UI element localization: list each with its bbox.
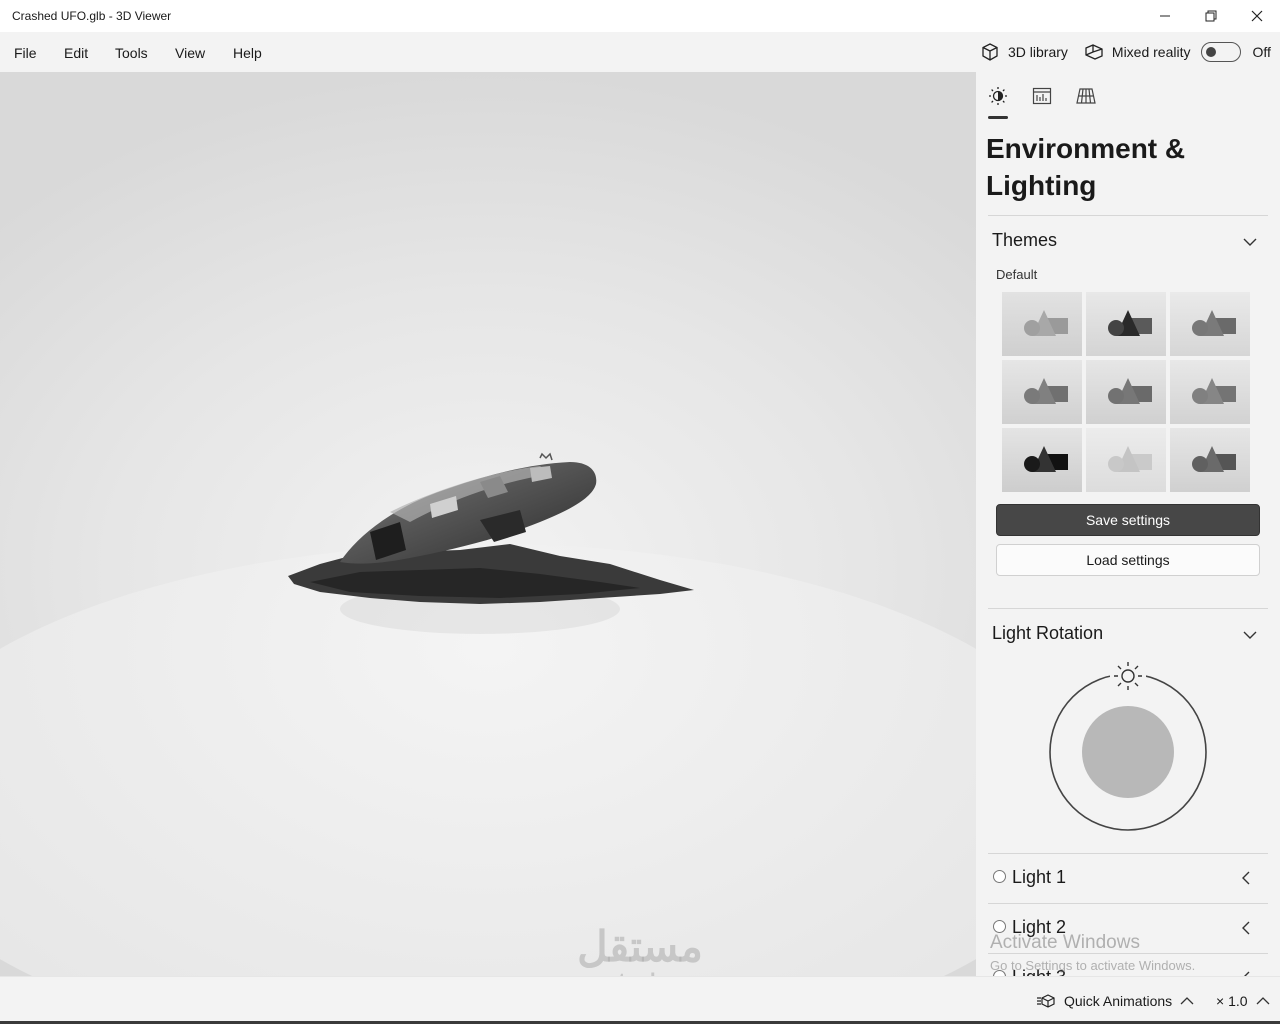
mixed-reality-button[interactable]: Mixed reality xyxy=(1084,42,1191,62)
window-title: Crashed UFO.glb - 3D Viewer xyxy=(12,9,172,23)
light-rotation-header[interactable]: Light Rotation xyxy=(992,623,1103,644)
menu-tools[interactable]: Tools xyxy=(115,45,148,61)
ufo-model xyxy=(288,452,694,604)
cube-icon xyxy=(982,43,998,61)
side-panel: Environment & Lighting Themes Default Sa… xyxy=(976,72,1280,976)
mixed-reality-icon xyxy=(1085,44,1103,60)
animation-icon xyxy=(1037,994,1055,1008)
divider xyxy=(988,608,1268,609)
theme-tile[interactable] xyxy=(1002,360,1082,424)
save-settings-button[interactable]: Save settings xyxy=(996,504,1260,536)
theme-tile[interactable] xyxy=(1170,360,1250,424)
quick-animations-label: Quick Animations xyxy=(1064,993,1173,1009)
light-1-radio[interactable] xyxy=(993,870,1006,883)
watermark-title: Activate Windows xyxy=(990,932,1140,953)
active-tab-indicator xyxy=(988,116,1008,119)
restore-icon xyxy=(1205,10,1217,22)
theme-tile[interactable] xyxy=(1002,428,1082,492)
activation-watermark: Activate Windows Go to Settings to activ… xyxy=(990,932,1195,973)
3d-library-button[interactable]: 3D library xyxy=(980,42,1068,62)
chevron-down-icon[interactable] xyxy=(1242,234,1258,250)
speed-label: × 1.0 xyxy=(1216,993,1248,1009)
menu-view[interactable]: View xyxy=(175,45,205,61)
menu-file[interactable]: File xyxy=(14,45,37,61)
mixed-reality-label: Mixed reality xyxy=(1111,44,1191,60)
themes-grid xyxy=(1002,292,1252,492)
sun-half-icon xyxy=(989,87,1007,105)
3d-library-label: 3D library xyxy=(1008,44,1068,60)
minimize-icon xyxy=(1160,15,1170,17)
divider xyxy=(988,215,1268,216)
theme-tile[interactable] xyxy=(1170,292,1250,356)
load-settings-button[interactable]: Load settings xyxy=(996,544,1260,576)
tab-environment-lighting[interactable] xyxy=(986,84,1010,108)
tab-grid-views[interactable] xyxy=(1074,84,1098,108)
panel-title: Environment & Lighting xyxy=(986,133,1186,201)
themes-header[interactable]: Themes xyxy=(992,230,1057,251)
chart-grid-icon xyxy=(1032,87,1052,105)
tab-stats-shading[interactable] xyxy=(1030,84,1054,108)
toggle-state-label: Off xyxy=(1252,44,1271,60)
light-rotation-dial[interactable] xyxy=(1036,656,1220,840)
logo-arabic: مستقل xyxy=(577,923,703,970)
close-button[interactable] xyxy=(1234,0,1280,32)
menu-edit[interactable]: Edit xyxy=(64,45,88,61)
theme-tile[interactable] xyxy=(1086,360,1166,424)
title-bar: Crashed UFO.glb - 3D Viewer xyxy=(0,0,1280,32)
chevron-left-icon[interactable] xyxy=(1240,921,1252,935)
menu-help[interactable]: Help xyxy=(233,45,262,61)
toolbar-right: 3D library Mixed reality Off xyxy=(980,32,1271,72)
light-1-row[interactable]: Light 1 xyxy=(988,853,1268,901)
theme-tile[interactable] xyxy=(1086,292,1166,356)
chevron-up-icon xyxy=(1256,997,1269,1005)
perspective-grid-icon xyxy=(1076,88,1096,104)
toggle-knob xyxy=(1205,46,1216,57)
chevron-up-icon xyxy=(1180,997,1194,1005)
light-1-label: Light 1 xyxy=(1012,867,1067,887)
close-icon xyxy=(1251,10,1263,22)
status-bar: Quick Animations × 1.0 xyxy=(0,976,1280,1024)
theme-tile[interactable] xyxy=(1086,428,1166,492)
theme-default-label: Default xyxy=(996,267,1038,282)
theme-tile[interactable] xyxy=(1002,292,1082,356)
restore-button[interactable] xyxy=(1188,0,1234,32)
quick-animations-button[interactable]: Quick Animations xyxy=(1036,993,1194,1009)
speed-button[interactable]: × 1.0 xyxy=(1216,993,1270,1009)
light-sphere xyxy=(1082,706,1174,798)
chevron-down-icon[interactable] xyxy=(1242,627,1258,643)
chevron-left-icon[interactable] xyxy=(1240,871,1252,885)
watermark-subtitle: Go to Settings to activate Windows. xyxy=(990,958,1196,973)
theme-tile[interactable] xyxy=(1170,428,1250,492)
3d-viewport[interactable] xyxy=(0,72,976,976)
minimize-button[interactable] xyxy=(1142,0,1188,32)
mixed-reality-toggle[interactable] xyxy=(1200,42,1241,62)
